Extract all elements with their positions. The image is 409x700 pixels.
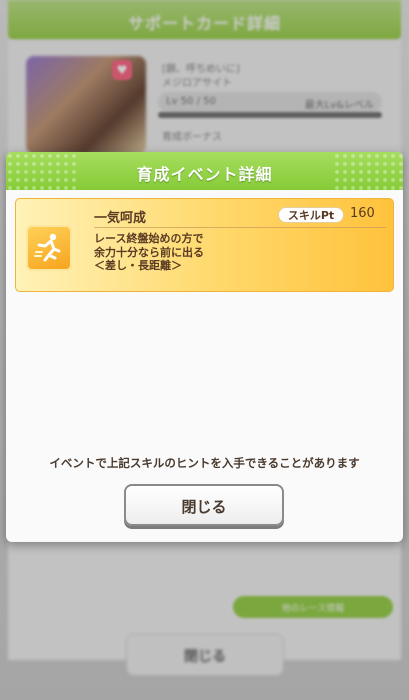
skill-desc-line-1: レース終盤始めの方で [94, 232, 204, 245]
skill-pt-value: 160 [350, 206, 375, 221]
skill-desc-line-3: ＜差し・長距離＞ [94, 259, 182, 272]
skill-pt-label: スキルPt [287, 209, 335, 222]
close-button-label: 閉じる [181, 498, 227, 516]
skill-divider [94, 227, 386, 228]
skill-pt-badge: スキルPt [278, 207, 344, 223]
running-figure-icon [26, 225, 72, 271]
dialog-header: 育成イベント詳細 [6, 152, 403, 190]
skill-name: 一気呵成 [94, 211, 147, 226]
training-event-dialog: 育成イベント詳細 一気呵成 スキルPt 160 レース終盤始めの方で 余力十分な… [6, 152, 403, 542]
dialog-title: 育成イベント詳細 [136, 165, 273, 184]
skill-description: レース終盤始めの方で 余力十分なら前に出る ＜差し・長距離＞ [94, 232, 204, 273]
skill-desc-line-2: 余力十分なら前に出る [94, 245, 204, 259]
close-button[interactable]: 閉じる [124, 484, 284, 526]
hint-note: イベントで上記スキルのヒントを入手できることがあります [49, 456, 360, 470]
skill-hint-card: 一気呵成 スキルPt 160 レース終盤始めの方で 余力十分なら前に出る ＜差し… [15, 198, 394, 292]
